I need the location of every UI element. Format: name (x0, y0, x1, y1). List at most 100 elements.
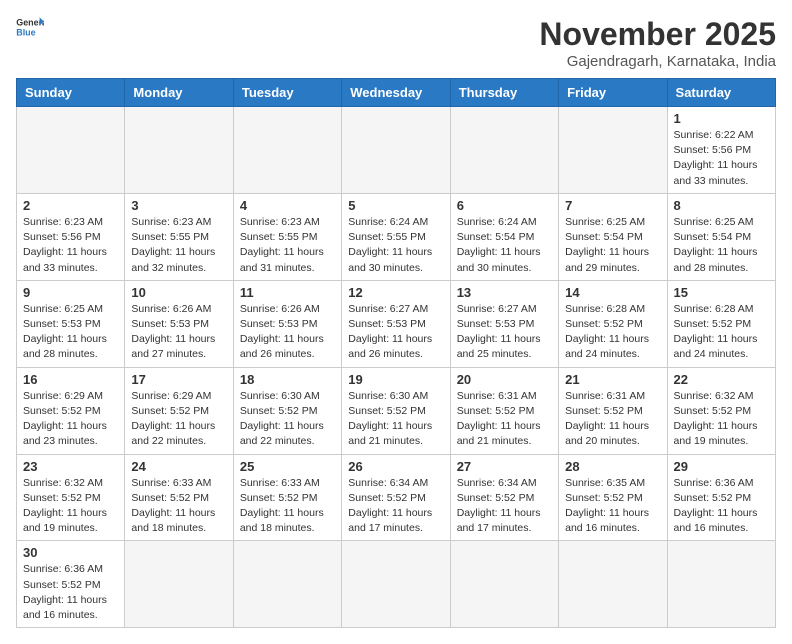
day-info: Sunrise: 6:25 AMSunset: 5:54 PMDaylight:… (674, 215, 769, 276)
title-block: November 2025 Gajendragarh, Karnataka, I… (539, 16, 776, 70)
day-number: 17 (131, 372, 226, 387)
calendar-cell: 3Sunrise: 6:23 AMSunset: 5:55 PMDaylight… (125, 193, 233, 280)
day-info: Sunrise: 6:22 AMSunset: 5:56 PMDaylight:… (674, 128, 769, 189)
day-number: 27 (457, 459, 552, 474)
logo: General Blue (16, 16, 44, 38)
calendar-cell (559, 107, 667, 194)
calendar-cell (342, 107, 450, 194)
day-info: Sunrise: 6:36 AMSunset: 5:52 PMDaylight:… (23, 562, 118, 623)
day-number: 11 (240, 285, 335, 300)
calendar-cell (233, 107, 341, 194)
weekday-header-friday: Friday (559, 79, 667, 107)
calendar-cell: 9 Sunrise: 6:25 AMSunset: 5:53 PMDaylight… (17, 280, 125, 367)
calendar-cell (125, 107, 233, 194)
calendar-cell: 25Sunrise: 6:33 AMSunset: 5:52 PMDayligh… (233, 454, 341, 541)
calendar-cell: 13Sunrise: 6:27 AMSunset: 5:53 PMDayligh… (450, 280, 558, 367)
day-number: 21 (565, 372, 660, 387)
day-info: Sunrise: 6:26 AMSunset: 5:53 PMDaylight:… (131, 302, 226, 363)
calendar-cell: 30Sunrise: 6:36 AMSunset: 5:52 PMDayligh… (17, 541, 125, 628)
day-info: Sunrise: 6:23 AMSunset: 5:56 PMDaylight:… (23, 215, 118, 276)
calendar-cell: 4Sunrise: 6:23 AMSunset: 5:55 PMDaylight… (233, 193, 341, 280)
day-number: 22 (674, 372, 769, 387)
day-info: Sunrise: 6:30 AMSunset: 5:52 PMDaylight:… (240, 389, 335, 450)
calendar-week-6: 30Sunrise: 6:36 AMSunset: 5:52 PMDayligh… (17, 541, 776, 628)
calendar-cell (342, 541, 450, 628)
calendar-cell: 2Sunrise: 6:23 AMSunset: 5:56 PMDaylight… (17, 193, 125, 280)
day-info: Sunrise: 6:34 AMSunset: 5:52 PMDaylight:… (457, 476, 552, 537)
day-number: 10 (131, 285, 226, 300)
day-number: 28 (565, 459, 660, 474)
day-info: Sunrise: 6:32 AMSunset: 5:52 PMDaylight:… (23, 476, 118, 537)
calendar-cell: 5 Sunrise: 6:24 AMSunset: 5:55 PMDaylight… (342, 193, 450, 280)
calendar-cell: 27 Sunrise: 6:34 AMSunset: 5:52 PMDayligh… (450, 454, 558, 541)
calendar-cell: 19Sunrise: 6:30 AMSunset: 5:52 PMDayligh… (342, 367, 450, 454)
calendar-cell: 22Sunrise: 6:32 AMSunset: 5:52 PMDayligh… (667, 367, 775, 454)
day-number: 20 (457, 372, 552, 387)
day-info: Sunrise: 6:28 AMSunset: 5:52 PMDaylight:… (674, 302, 769, 363)
day-info: Sunrise: 6:33 AMSunset: 5:52 PMDaylight:… (131, 476, 226, 537)
calendar-week-3: 9 Sunrise: 6:25 AMSunset: 5:53 PMDaylight… (17, 280, 776, 367)
calendar-cell: 16Sunrise: 6:29 AMSunset: 5:52 PMDayligh… (17, 367, 125, 454)
logo-icon: General Blue (16, 16, 44, 38)
weekday-header-thursday: Thursday (450, 79, 558, 107)
day-number: 6 (457, 198, 552, 213)
day-info: Sunrise: 6:31 AMSunset: 5:52 PMDaylight:… (457, 389, 552, 450)
day-number: 7 (565, 198, 660, 213)
calendar-week-2: 2Sunrise: 6:23 AMSunset: 5:56 PMDaylight… (17, 193, 776, 280)
calendar-cell (125, 541, 233, 628)
svg-text:Blue: Blue (16, 27, 35, 37)
day-info: Sunrise: 6:31 AMSunset: 5:52 PMDaylight:… (565, 389, 660, 450)
day-number: 12 (348, 285, 443, 300)
day-number: 14 (565, 285, 660, 300)
day-number: 26 (348, 459, 443, 474)
day-number: 9 (23, 285, 118, 300)
day-number: 3 (131, 198, 226, 213)
day-info: Sunrise: 6:25 AMSunset: 5:54 PMDaylight:… (565, 215, 660, 276)
calendar-cell: 10 Sunrise: 6:26 AMSunset: 5:53 PMDayligh… (125, 280, 233, 367)
location-subtitle: Gajendragarh, Karnataka, India (539, 53, 776, 70)
calendar-cell: 7 Sunrise: 6:25 AMSunset: 5:54 PMDaylight… (559, 193, 667, 280)
calendar-week-1: 1 Sunrise: 6:22 AMSunset: 5:56 PMDaylight… (17, 107, 776, 194)
weekday-header-monday: Monday (125, 79, 233, 107)
day-info: Sunrise: 6:36 AMSunset: 5:52 PMDaylight:… (674, 476, 769, 537)
calendar-cell: 14 Sunrise: 6:28 AMSunset: 5:52 PMDayligh… (559, 280, 667, 367)
day-number: 18 (240, 372, 335, 387)
calendar-cell: 24Sunrise: 6:33 AMSunset: 5:52 PMDayligh… (125, 454, 233, 541)
page-header: General Blue November 2025 Gajendragarh,… (16, 16, 776, 70)
calendar-cell: 17Sunrise: 6:29 AMSunset: 5:52 PMDayligh… (125, 367, 233, 454)
calendar-cell: 15 Sunrise: 6:28 AMSunset: 5:52 PMDayligh… (667, 280, 775, 367)
day-info: Sunrise: 6:24 AMSunset: 5:55 PMDaylight:… (348, 215, 443, 276)
day-number: 1 (674, 111, 769, 126)
calendar-cell: 1 Sunrise: 6:22 AMSunset: 5:56 PMDaylight… (667, 107, 775, 194)
day-info: Sunrise: 6:27 AMSunset: 5:53 PMDaylight:… (348, 302, 443, 363)
day-info: Sunrise: 6:34 AMSunset: 5:52 PMDaylight:… (348, 476, 443, 537)
day-info: Sunrise: 6:25 AMSunset: 5:53 PMDaylight:… (23, 302, 118, 363)
calendar-cell (233, 541, 341, 628)
calendar-cell: 28 Sunrise: 6:35 AMSunset: 5:52 PMDayligh… (559, 454, 667, 541)
calendar-cell (450, 107, 558, 194)
day-number: 8 (674, 198, 769, 213)
calendar-cell: 8 Sunrise: 6:25 AMSunset: 5:54 PMDaylight… (667, 193, 775, 280)
calendar-cell: 11 Sunrise: 6:26 AMSunset: 5:53 PMDayligh… (233, 280, 341, 367)
calendar-cell: 26 Sunrise: 6:34 AMSunset: 5:52 PMDayligh… (342, 454, 450, 541)
calendar-cell: 21 Sunrise: 6:31 AMSunset: 5:52 PMDayligh… (559, 367, 667, 454)
day-info: Sunrise: 6:33 AMSunset: 5:52 PMDaylight:… (240, 476, 335, 537)
day-info: Sunrise: 6:29 AMSunset: 5:52 PMDaylight:… (23, 389, 118, 450)
calendar-cell: 29 Sunrise: 6:36 AMSunset: 5:52 PMDayligh… (667, 454, 775, 541)
calendar-table: SundayMondayTuesdayWednesdayThursdayFrid… (16, 78, 776, 628)
calendar-cell (17, 107, 125, 194)
day-info: Sunrise: 6:28 AMSunset: 5:52 PMDaylight:… (565, 302, 660, 363)
weekday-header-sunday: Sunday (17, 79, 125, 107)
weekday-header-tuesday: Tuesday (233, 79, 341, 107)
day-number: 29 (674, 459, 769, 474)
weekday-header-saturday: Saturday (667, 79, 775, 107)
day-info: Sunrise: 6:35 AMSunset: 5:52 PMDaylight:… (565, 476, 660, 537)
day-info: Sunrise: 6:26 AMSunset: 5:53 PMDaylight:… (240, 302, 335, 363)
day-number: 5 (348, 198, 443, 213)
day-info: Sunrise: 6:27 AMSunset: 5:53 PMDaylight:… (457, 302, 552, 363)
day-number: 23 (23, 459, 118, 474)
calendar-cell: 20 Sunrise: 6:31 AMSunset: 5:52 PMDayligh… (450, 367, 558, 454)
day-number: 4 (240, 198, 335, 213)
day-number: 15 (674, 285, 769, 300)
calendar-cell: 6Sunrise: 6:24 AMSunset: 5:54 PMDaylight… (450, 193, 558, 280)
